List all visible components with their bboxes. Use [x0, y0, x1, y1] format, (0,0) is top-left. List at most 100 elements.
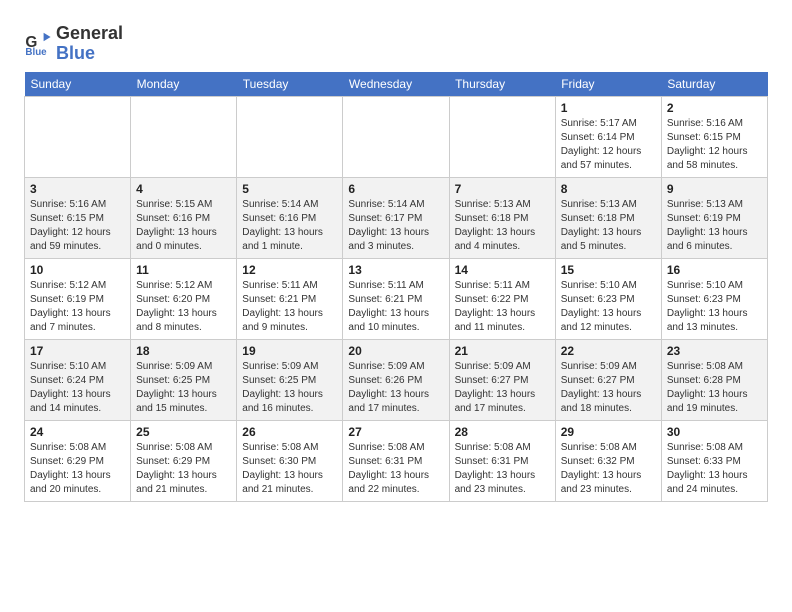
- day-number: 20: [348, 344, 443, 358]
- day-number: 15: [561, 263, 656, 277]
- day-info: Sunrise: 5:09 AM Sunset: 6:25 PM Dayligh…: [242, 360, 337, 416]
- day-info: Sunrise: 5:15 AM Sunset: 6:16 PM Dayligh…: [136, 198, 231, 254]
- day-info: Sunrise: 5:09 AM Sunset: 6:27 PM Dayligh…: [561, 360, 656, 416]
- weekday-header-saturday: Saturday: [661, 72, 767, 97]
- day-info: Sunrise: 5:08 AM Sunset: 6:29 PM Dayligh…: [136, 441, 231, 497]
- header: G Blue General Blue: [24, 20, 768, 64]
- day-number: 5: [242, 182, 337, 196]
- day-info: Sunrise: 5:08 AM Sunset: 6:31 PM Dayligh…: [455, 441, 550, 497]
- calendar-cell: 6Sunrise: 5:14 AM Sunset: 6:17 PM Daylig…: [343, 177, 449, 258]
- day-number: 3: [30, 182, 125, 196]
- day-info: Sunrise: 5:13 AM Sunset: 6:18 PM Dayligh…: [455, 198, 550, 254]
- week-row-4: 17Sunrise: 5:10 AM Sunset: 6:24 PM Dayli…: [25, 339, 768, 420]
- week-row-5: 24 Sunrise: 5:08 AM Sunset: 6:29 PM Dayli…: [25, 420, 768, 501]
- day-info: Sunrise: 5:12 AM Sunset: 6:20 PM Dayligh…: [136, 279, 231, 335]
- calendar-cell: 10Sunrise: 5:12 AM Sunset: 6:19 PM Dayli…: [25, 258, 131, 339]
- day-info: Sunrise: 5:11 AM Sunset: 6:22 PM Dayligh…: [455, 279, 550, 335]
- calendar-cell: 7 Sunrise: 5:13 AM Sunset: 6:18 PM Daylig…: [449, 177, 555, 258]
- weekday-header-thursday: Thursday: [449, 72, 555, 97]
- day-info: Sunrise: 5:11 AM Sunset: 6:21 PM Dayligh…: [348, 279, 443, 335]
- calendar-cell: 5Sunrise: 5:14 AM Sunset: 6:16 PM Daylig…: [237, 177, 343, 258]
- day-number: 6: [348, 182, 443, 196]
- day-number: 10: [30, 263, 125, 277]
- weekday-header-tuesday: Tuesday: [237, 72, 343, 97]
- day-number: 7: [455, 182, 550, 196]
- day-info: Sunrise: 5:16 AM Sunset: 6:15 PM Dayligh…: [667, 117, 762, 173]
- calendar-cell: 3 Sunrise: 5:16 AM Sunset: 6:15 PM Daylig…: [25, 177, 131, 258]
- calendar-table: SundayMondayTuesdayWednesdayThursdayFrid…: [24, 72, 768, 502]
- calendar-cell: 23 Sunrise: 5:08 AM Sunset: 6:28 PM Dayli…: [661, 339, 767, 420]
- calendar-cell: 27 Sunrise: 5:08 AM Sunset: 6:31 PM Dayli…: [343, 420, 449, 501]
- day-number: 23: [667, 344, 762, 358]
- day-number: 21: [455, 344, 550, 358]
- day-number: 29: [561, 425, 656, 439]
- day-info: Sunrise: 5:17 AM Sunset: 6:14 PM Dayligh…: [561, 117, 656, 173]
- day-info: Sunrise: 5:08 AM Sunset: 6:30 PM Dayligh…: [242, 441, 337, 497]
- weekday-header-monday: Monday: [131, 72, 237, 97]
- day-info: Sunrise: 5:08 AM Sunset: 6:32 PM Dayligh…: [561, 441, 656, 497]
- calendar-cell: 19 Sunrise: 5:09 AM Sunset: 6:25 PM Dayli…: [237, 339, 343, 420]
- day-number: 8: [561, 182, 656, 196]
- calendar-cell: 21 Sunrise: 5:09 AM Sunset: 6:27 PM Dayli…: [449, 339, 555, 420]
- day-number: 18: [136, 344, 231, 358]
- calendar-cell: 16 Sunrise: 5:10 AM Sunset: 6:23 PM Dayli…: [661, 258, 767, 339]
- calendar-cell: [131, 96, 237, 177]
- calendar-cell: 20 Sunrise: 5:09 AM Sunset: 6:26 PM Dayli…: [343, 339, 449, 420]
- day-number: 24: [30, 425, 125, 439]
- calendar-cell: 9 Sunrise: 5:13 AM Sunset: 6:19 PM Daylig…: [661, 177, 767, 258]
- day-info: Sunrise: 5:10 AM Sunset: 6:24 PM Dayligh…: [30, 360, 125, 416]
- day-info: Sunrise: 5:09 AM Sunset: 6:27 PM Dayligh…: [455, 360, 550, 416]
- calendar-cell: 22 Sunrise: 5:09 AM Sunset: 6:27 PM Dayli…: [555, 339, 661, 420]
- calendar-cell: 13 Sunrise: 5:11 AM Sunset: 6:21 PM Dayli…: [343, 258, 449, 339]
- weekday-header-row: SundayMondayTuesdayWednesdayThursdayFrid…: [25, 72, 768, 97]
- day-number: 9: [667, 182, 762, 196]
- day-number: 26: [242, 425, 337, 439]
- day-info: Sunrise: 5:10 AM Sunset: 6:23 PM Dayligh…: [667, 279, 762, 335]
- calendar-cell: 17Sunrise: 5:10 AM Sunset: 6:24 PM Dayli…: [25, 339, 131, 420]
- day-info: Sunrise: 5:08 AM Sunset: 6:31 PM Dayligh…: [348, 441, 443, 497]
- day-number: 22: [561, 344, 656, 358]
- day-info: Sunrise: 5:13 AM Sunset: 6:19 PM Dayligh…: [667, 198, 762, 254]
- calendar-cell: 28Sunrise: 5:08 AM Sunset: 6:31 PM Dayli…: [449, 420, 555, 501]
- calendar-cell: 24 Sunrise: 5:08 AM Sunset: 6:29 PM Dayli…: [25, 420, 131, 501]
- weekday-header-wednesday: Wednesday: [343, 72, 449, 97]
- calendar-cell: 15 Sunrise: 5:10 AM Sunset: 6:23 PM Dayli…: [555, 258, 661, 339]
- day-info: Sunrise: 5:11 AM Sunset: 6:21 PM Dayligh…: [242, 279, 337, 335]
- calendar-cell: 18Sunrise: 5:09 AM Sunset: 6:25 PM Dayli…: [131, 339, 237, 420]
- day-info: Sunrise: 5:16 AM Sunset: 6:15 PM Dayligh…: [30, 198, 125, 254]
- day-info: Sunrise: 5:13 AM Sunset: 6:18 PM Dayligh…: [561, 198, 656, 254]
- calendar-cell: 8 Sunrise: 5:13 AM Sunset: 6:18 PM Daylig…: [555, 177, 661, 258]
- day-number: 19: [242, 344, 337, 358]
- day-number: 16: [667, 263, 762, 277]
- day-number: 12: [242, 263, 337, 277]
- day-number: 27: [348, 425, 443, 439]
- calendar-cell: 2Sunrise: 5:16 AM Sunset: 6:15 PM Daylig…: [661, 96, 767, 177]
- day-number: 13: [348, 263, 443, 277]
- calendar-cell: 4 Sunrise: 5:15 AM Sunset: 6:16 PM Daylig…: [131, 177, 237, 258]
- calendar-cell: [343, 96, 449, 177]
- day-info: Sunrise: 5:08 AM Sunset: 6:28 PM Dayligh…: [667, 360, 762, 416]
- week-row-2: 3 Sunrise: 5:16 AM Sunset: 6:15 PM Daylig…: [25, 177, 768, 258]
- logo: G Blue General Blue: [24, 24, 123, 64]
- calendar-cell: [449, 96, 555, 177]
- logo-general: General: [56, 24, 123, 44]
- calendar-cell: [237, 96, 343, 177]
- calendar-cell: 29 Sunrise: 5:08 AM Sunset: 6:32 PM Dayli…: [555, 420, 661, 501]
- day-info: Sunrise: 5:10 AM Sunset: 6:23 PM Dayligh…: [561, 279, 656, 335]
- calendar-cell: 1Sunrise: 5:17 AM Sunset: 6:14 PM Daylig…: [555, 96, 661, 177]
- calendar-cell: 25 Sunrise: 5:08 AM Sunset: 6:29 PM Dayli…: [131, 420, 237, 501]
- day-number: 25: [136, 425, 231, 439]
- day-info: Sunrise: 5:08 AM Sunset: 6:33 PM Dayligh…: [667, 441, 762, 497]
- calendar-cell: 12 Sunrise: 5:11 AM Sunset: 6:21 PM Dayli…: [237, 258, 343, 339]
- day-info: Sunrise: 5:08 AM Sunset: 6:29 PM Dayligh…: [30, 441, 125, 497]
- week-row-3: 10Sunrise: 5:12 AM Sunset: 6:19 PM Dayli…: [25, 258, 768, 339]
- calendar-cell: 30Sunrise: 5:08 AM Sunset: 6:33 PM Dayli…: [661, 420, 767, 501]
- day-number: 4: [136, 182, 231, 196]
- day-info: Sunrise: 5:09 AM Sunset: 6:26 PM Dayligh…: [348, 360, 443, 416]
- logo-icon: G Blue: [24, 30, 52, 58]
- day-number: 14: [455, 263, 550, 277]
- calendar-cell: 14 Sunrise: 5:11 AM Sunset: 6:22 PM Dayli…: [449, 258, 555, 339]
- svg-text:Blue: Blue: [25, 47, 47, 58]
- weekday-header-sunday: Sunday: [25, 72, 131, 97]
- calendar-cell: [25, 96, 131, 177]
